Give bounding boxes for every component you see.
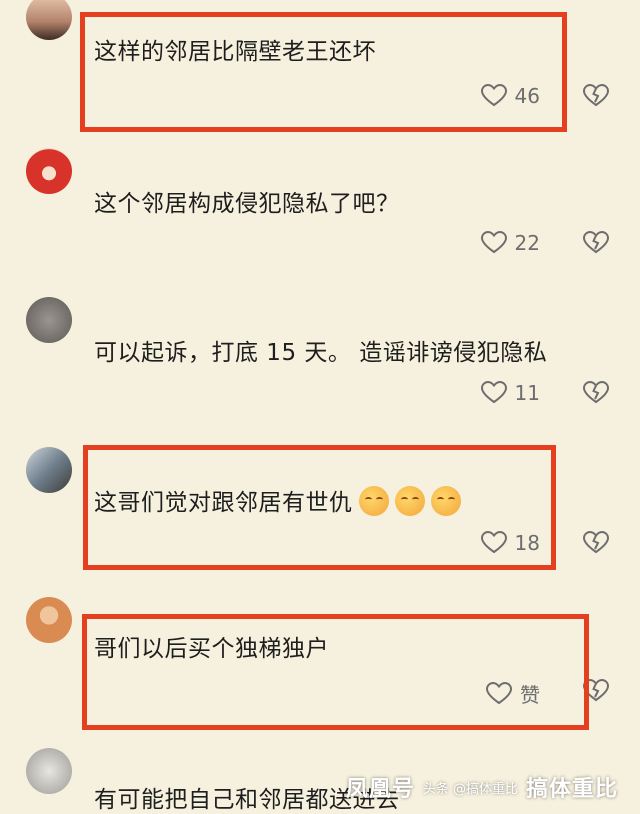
heart-outline-icon: [480, 531, 507, 554]
like-button[interactable]: 46: [480, 84, 540, 108]
broken-heart-icon[interactable]: [583, 84, 609, 108]
like-button[interactable]: 18: [480, 531, 540, 555]
comment-text: 可以起诉，打底 15 天。 造谣诽谤侵犯隐私: [94, 340, 548, 366]
like-button[interactable]: 22: [480, 231, 540, 255]
avatar[interactable]: [26, 447, 72, 493]
like-label: 赞: [520, 683, 540, 707]
heart-outline-icon: [480, 231, 507, 254]
watermark-small: 头条 @搞体重比: [422, 781, 518, 797]
comment-text-content: 这哥们觉对跟邻居有世仇: [94, 490, 353, 516]
avatar[interactable]: [26, 297, 72, 343]
heart-outline-icon: [480, 381, 507, 404]
watermark: 凤凰号 头条 @搞体重比 搞体重比: [346, 771, 626, 803]
avatar[interactable]: [26, 0, 72, 40]
watermark-brand: 凤凰号: [345, 777, 415, 802]
emoji-smile-icon: [430, 486, 461, 516]
avatar[interactable]: [26, 748, 72, 794]
broken-heart-icon[interactable]: [583, 381, 609, 405]
emoji-smile-icon: [358, 486, 389, 516]
broken-heart-icon[interactable]: [583, 231, 609, 255]
heart-outline-icon: [486, 681, 512, 704]
heart-outline-icon: [480, 84, 507, 107]
highlight-box: [80, 12, 567, 132]
comment-text: 这样的邻居比隔壁老王还坏: [94, 39, 376, 65]
comment-text: 这哥们觉对跟邻居有世仇: [94, 483, 461, 517]
like-count: 18: [514, 531, 540, 555]
comment-text: 哥们以后买个独梯独户: [94, 636, 329, 662]
like-button[interactable]: 赞: [486, 679, 540, 708]
like-count: 11: [514, 381, 540, 405]
like-count: 22: [514, 231, 540, 255]
broken-heart-icon[interactable]: [583, 531, 609, 555]
broken-heart-icon[interactable]: [583, 679, 609, 703]
watermark-name: 搞体重比: [525, 777, 618, 802]
like-count: 46: [514, 84, 540, 108]
avatar[interactable]: [26, 148, 72, 194]
comment-text: 这个邻居构成侵犯隐私了吧？: [94, 191, 400, 217]
avatar[interactable]: [26, 597, 72, 643]
like-button[interactable]: 11: [480, 381, 540, 405]
emoji-smile-icon: [394, 486, 425, 516]
